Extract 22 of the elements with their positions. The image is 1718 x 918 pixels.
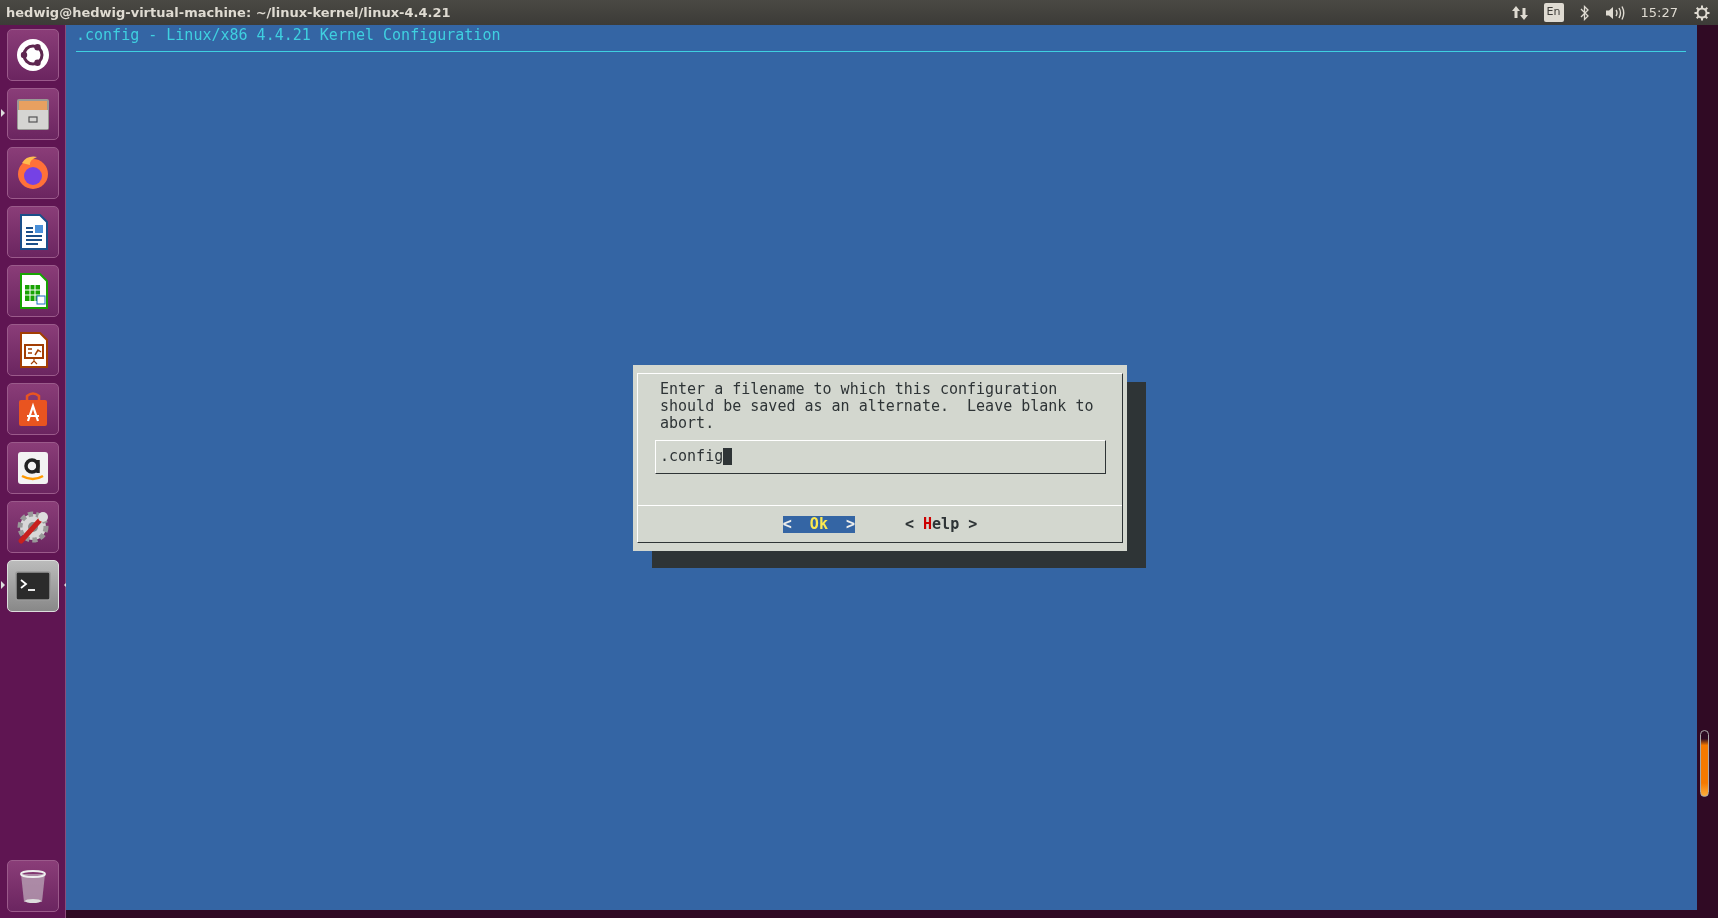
dialog-message: Enter a filename to which this configuration should be saved as an alternate. Leave blank to abort. (659, 379, 1095, 432)
window-title: hedwig@hedwig-virtual-machine: ~/linux-kernel/linux-4.4.21 (5, 3, 451, 22)
dialog-button[interactable]: < Help > (905, 515, 978, 533)
launcher-item[interactable] (6, 29, 59, 81)
launcher-item[interactable] (6, 442, 59, 494)
terminal-header: .config - Linux/x86 4.4.21 Kernel Configuration (75, 25, 502, 44)
launcher-item[interactable] (6, 265, 59, 317)
input-field[interactable]: .config (655, 440, 1106, 474)
launcher-item[interactable] (6, 88, 59, 140)
launcher-item[interactable] (6, 860, 59, 912)
launcher-item[interactable] (6, 206, 59, 258)
scrollbar[interactable] (1700, 730, 1709, 797)
launcher-item[interactable] (6, 324, 59, 376)
volume-icon[interactable] (1604, 4, 1625, 21)
bluetooth-icon[interactable] (1579, 4, 1589, 21)
network-icon[interactable] (1511, 4, 1528, 21)
launcher-item[interactable] (6, 501, 59, 553)
keyboard-layout-indicator[interactable]: En (1543, 3, 1564, 22)
launcher-item[interactable] (6, 383, 59, 435)
dialog-button[interactable]: < Ok > (782, 515, 855, 533)
settings-icon[interactable] (1694, 4, 1710, 21)
clock[interactable]: 15:27 (1640, 2, 1678, 23)
